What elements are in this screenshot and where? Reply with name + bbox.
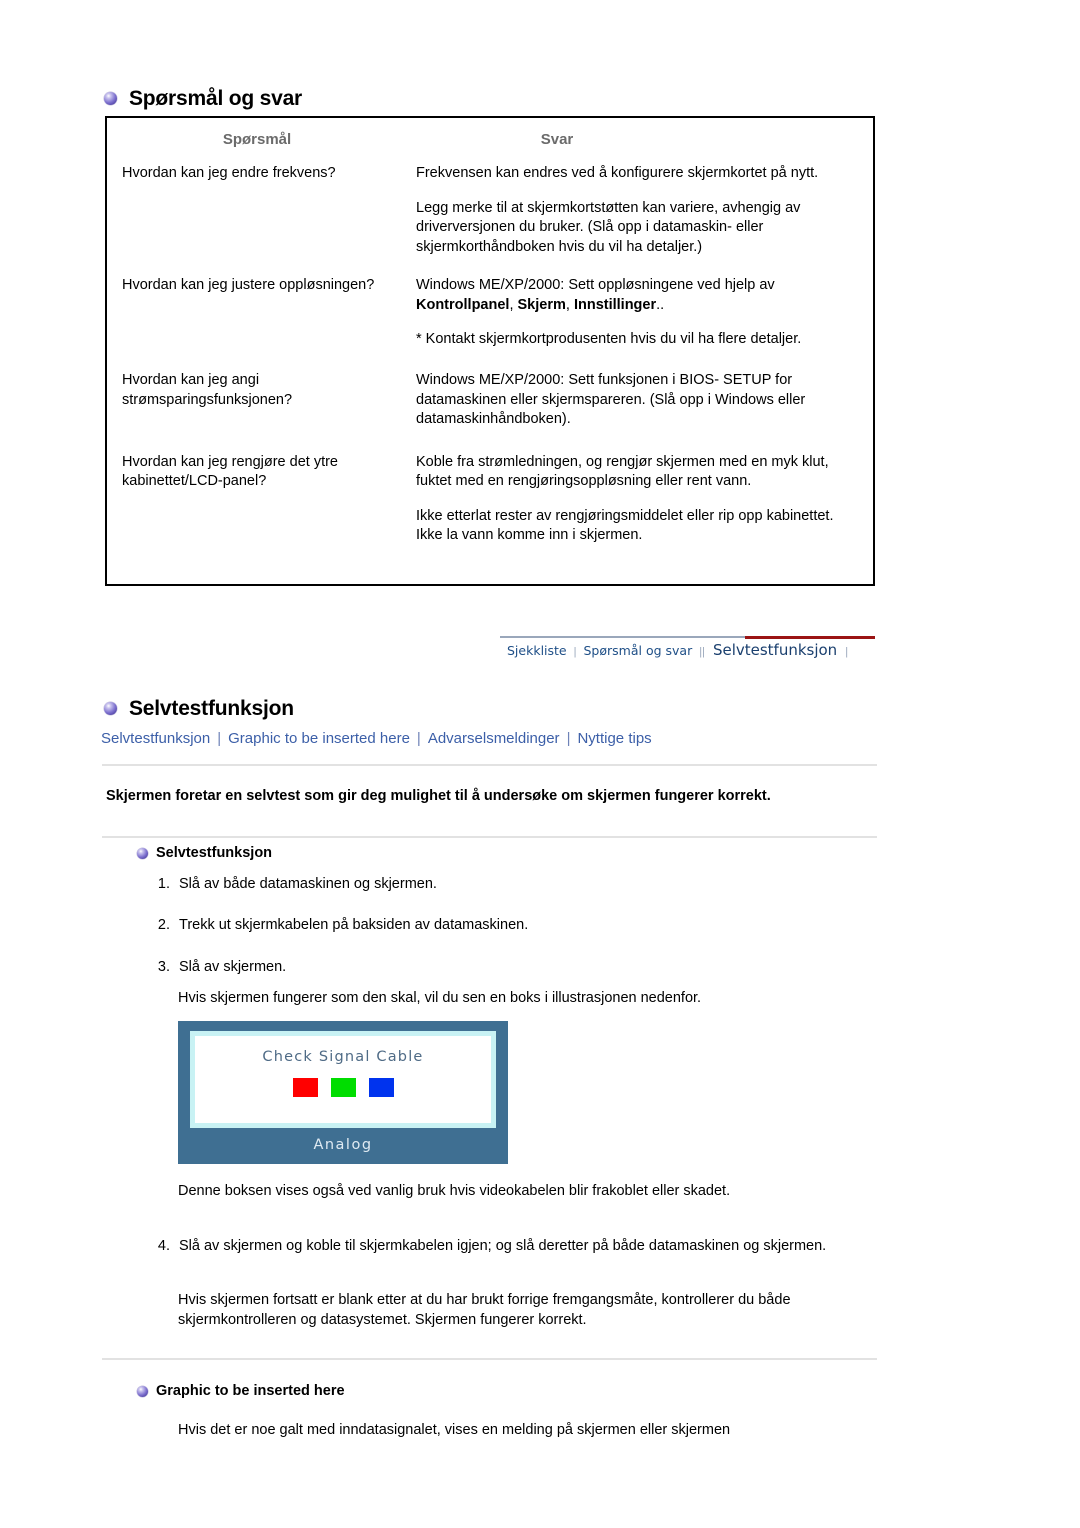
link-advarselsmeldinger[interactable]: Advarselsmeldinger [428, 730, 560, 747]
selftest-subheading-label: Selvtestfunksjon [156, 845, 273, 861]
table-row: Hvordan kan jeg justere oppløsningen? Wi… [107, 276, 873, 350]
graphic-section-body: Hvis det er noe galt med inndatasignalet… [178, 1422, 731, 1438]
faq-answer: Frekvensen kan endres ved å konfigurere … [416, 164, 873, 257]
faq-answer: Koble fra strømledningen, og rengjør skj… [416, 453, 873, 546]
faq-table-header-row: Spørsmål Svar [107, 118, 873, 148]
selftest-note-after-figure: Denne boksen vises også ved vanlig bruk … [178, 1183, 731, 1199]
table-row: Hvordan kan jeg angi strømsparingsfunksj… [107, 371, 873, 430]
monitor-screen: Check Signal Cable [190, 1031, 496, 1128]
divider [102, 836, 877, 838]
faq-answer-paragraph: * Kontakt skjermkortprodusenten hvis du … [416, 331, 802, 348]
faq-answer-paragraph: Koble fra strømledningen, og rengjør skj… [416, 453, 829, 490]
swatch-blue [368, 1078, 394, 1097]
link-separator: | [566, 730, 571, 747]
swatch-green [330, 1078, 356, 1097]
breadcrumb: Sjekkliste | Spørsmål og svar | | Selvte… [500, 636, 875, 666]
faq-answer-paragraph: Windows ME/XP/2000: Sett funksjonen i BI… [416, 371, 806, 428]
table-row: Hvordan kan jeg endre frekvens? Frekvens… [107, 164, 873, 257]
list-item: Slå av både datamaskinen og skjermen. [174, 874, 894, 894]
faq-answer: Windows ME/XP/2000: Sett funksjonen i BI… [416, 371, 873, 430]
link-nyttige-tips[interactable]: Nyttige tips [577, 730, 651, 747]
faq-answer-paragraph: Windows ME/XP/2000: Sett oppløsningene v… [416, 277, 775, 313]
faq-answer: Windows ME/XP/2000: Sett oppløsningene v… [416, 276, 873, 350]
document-page: Spørsmål og svar Spørsmål Svar Hvordan k… [0, 0, 1080, 1528]
monitor-input-label: Analog [313, 1137, 373, 1153]
faq-answer-paragraph: Legg merke til at skjermkortstøtten kan … [416, 199, 801, 255]
graphic-subheading: Graphic to be inserted here [137, 1383, 345, 1399]
faq-column-header-answer: Svar [540, 131, 574, 148]
faq-column-header-question: Spørsmål [222, 131, 292, 148]
bullet-sphere-icon [137, 1385, 148, 1397]
faq-question: Hvordan kan jeg angi strømsparingsfunksj… [122, 371, 293, 408]
self-test-monitor-figure: Check Signal Cable Analog [178, 1021, 508, 1164]
breadcrumb-item-selvtestfunksjon[interactable]: Selvtestfunksjon [705, 641, 845, 659]
breadcrumb-separator: | [845, 646, 849, 658]
bullet-sphere-icon [104, 702, 117, 715]
selftest-lead-text: Skjermen foretar en selvtest som gir deg… [106, 788, 771, 804]
table-row: Hvordan kan jeg rengjøre det ytre kabine… [107, 453, 873, 546]
faq-answer-bold-1: Kontrollpanel [416, 296, 510, 313]
breadcrumb-active-rule [745, 636, 875, 639]
link-separator: | [217, 730, 222, 747]
breadcrumb-item-sjekkliste[interactable]: Sjekkliste [500, 643, 574, 658]
selftest-subheading: Selvtestfunksjon [137, 845, 272, 861]
faq-answer-bold-2: Skjerm [517, 296, 566, 313]
faq-question: Hvordan kan jeg endre frekvens? [122, 165, 336, 181]
faq-heading: Spørsmål og svar [104, 88, 302, 109]
faq-question: Hvordan kan jeg rengjøre det ytre kabine… [122, 453, 338, 490]
selftest-steps-list-continued: Slå av skjermen og koble til skjermkabel… [143, 1236, 894, 1277]
faq-answer-intro: Windows ME/XP/2000: Sett oppløsningene v… [416, 277, 775, 294]
selftest-note-after-step3: Hvis skjermen fungerer som den skal, vil… [178, 990, 702, 1006]
list-item: Trekk ut skjermkabelen på baksiden av da… [174, 915, 894, 935]
faq-answer-paragraph: Frekvensen kan endres ved å konfigurere … [416, 165, 819, 181]
monitor-message: Check Signal Cable [262, 1049, 424, 1065]
swatch-red [292, 1078, 318, 1097]
rgb-swatches [292, 1078, 394, 1097]
faq-question: Hvordan kan jeg justere oppløsningen? [122, 277, 375, 294]
link-separator: | [416, 730, 421, 747]
faq-heading-label: Spørsmål og svar [129, 87, 303, 110]
list-item: Slå av skjermen. [174, 957, 894, 977]
bullet-sphere-icon [137, 847, 148, 859]
link-selvtestfunksjon[interactable]: Selvtestfunksjon [101, 730, 210, 747]
faq-answer-tail: .. [656, 296, 665, 313]
link-graphic-to-be-inserted-here[interactable]: Graphic to be inserted here [228, 730, 410, 747]
breadcrumb-item-sporsmal-og-svar[interactable]: Spørsmål og svar [577, 643, 700, 658]
selftest-steps-list: Slå av både datamaskinen og skjermen. Tr… [143, 874, 894, 998]
selftest-note-after-step4: Hvis skjermen fortsatt er blank etter at… [178, 1292, 791, 1329]
selftest-heading-label: Selvtestfunksjon [129, 697, 294, 720]
selftest-link-row: Selvtestfunksjon | Graphic to be inserted … [101, 730, 652, 747]
bullet-sphere-icon [104, 92, 117, 105]
faq-answer-paragraph: Ikke etterlat rester av rengjøringsmidde… [416, 507, 834, 544]
divider [102, 764, 877, 766]
faq-answer-bold-3: Innstillinger [573, 296, 657, 313]
faq-table: Spørsmål Svar Hvordan kan jeg endre frek… [105, 116, 875, 586]
list-item: Slå av skjermen og koble til skjermkabel… [174, 1236, 894, 1256]
graphic-subheading-label: Graphic to be inserted here [156, 1383, 345, 1399]
selftest-heading: Selvtestfunksjon [104, 698, 294, 719]
divider [102, 1358, 877, 1360]
breadcrumb-items: Sjekkliste | Spørsmål og svar | | Selvte… [500, 641, 848, 659]
